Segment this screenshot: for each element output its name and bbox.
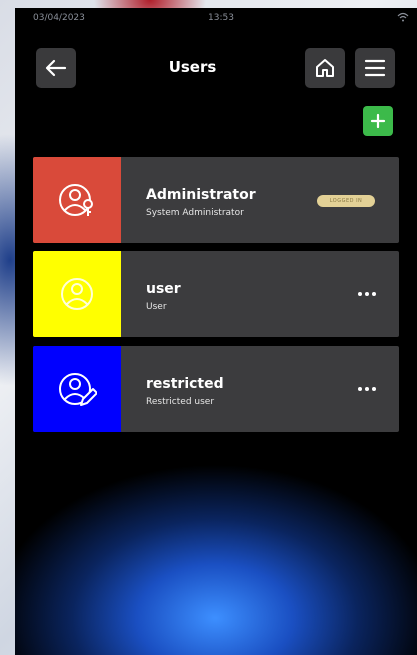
user-avatar-tile — [33, 157, 121, 243]
user-name: restricted — [146, 376, 224, 392]
more-dots-icon — [358, 387, 362, 391]
home-button[interactable] — [305, 48, 345, 88]
status-date: 03/04/2023 — [33, 13, 85, 23]
arrow-left-icon — [45, 59, 67, 77]
user-row-user[interactable]: user User — [33, 251, 399, 337]
plus-icon — [370, 113, 386, 129]
user-description: System Administrator — [146, 208, 244, 218]
user-description: Restricted user — [146, 397, 215, 407]
status-bar: 03/04/2023 13:53 — [15, 8, 417, 30]
user-name: user — [146, 281, 181, 297]
more-options-button[interactable] — [351, 281, 383, 307]
user-description: User — [146, 302, 167, 312]
user-icon — [61, 278, 93, 310]
user-row-restricted[interactable]: restricted Restricted user — [33, 346, 399, 432]
status-badge: LOGGED IN — [317, 195, 375, 207]
page-title: Users — [168, 58, 217, 76]
user-avatar-tile — [33, 346, 121, 432]
user-name: Administrator — [146, 187, 256, 203]
menu-button[interactable] — [355, 48, 395, 88]
user-key-icon — [59, 184, 93, 216]
wifi-icon — [397, 12, 409, 22]
back-button[interactable] — [36, 48, 76, 88]
hamburger-menu-icon — [364, 59, 386, 77]
user-avatar-tile — [33, 251, 121, 337]
device-screen: 03/04/2023 13:53 Users Administrator Sys… — [15, 8, 417, 655]
user-pencil-icon — [59, 373, 97, 406]
header: Users — [15, 44, 417, 88]
status-time: 13:53 — [208, 13, 234, 23]
user-row-administrator[interactable]: Administrator System Administrator LOGGE… — [33, 157, 399, 243]
add-user-button[interactable] — [363, 106, 393, 136]
home-icon — [316, 59, 334, 77]
more-dots-icon — [358, 292, 362, 296]
more-options-button[interactable] — [351, 376, 383, 402]
